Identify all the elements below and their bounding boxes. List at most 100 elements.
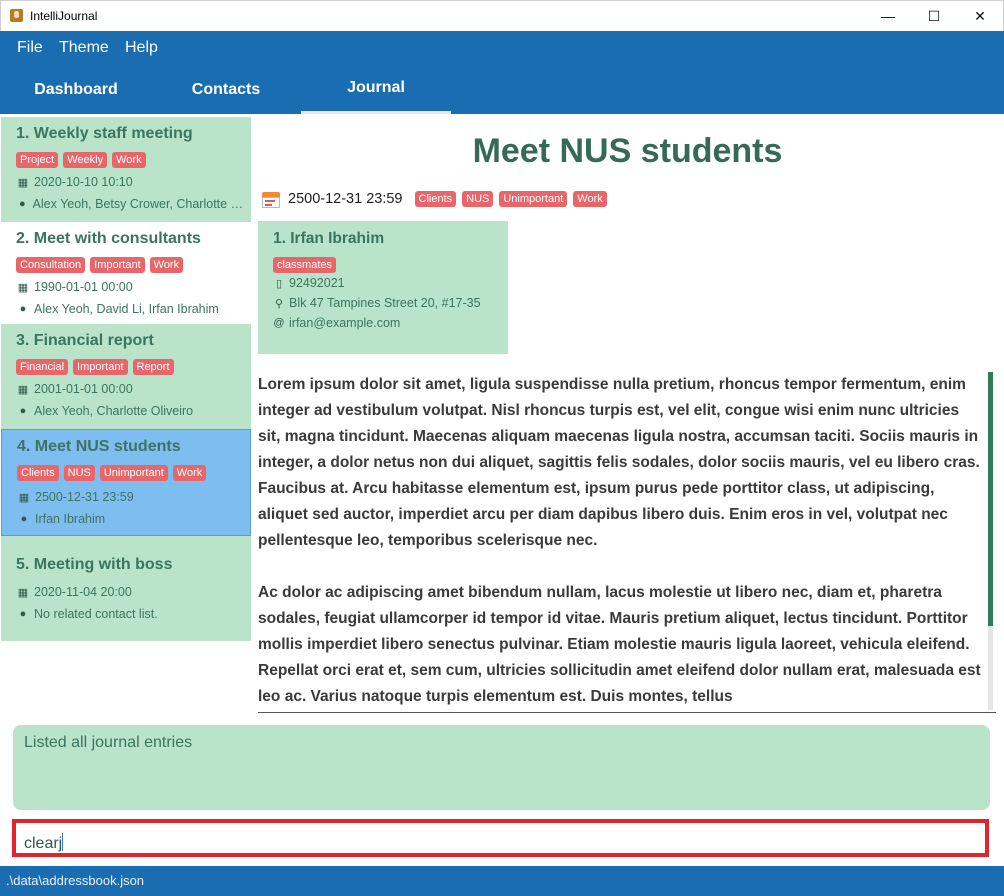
contact-tags: classmates xyxy=(273,255,337,273)
entry-tags: Financial Important Report xyxy=(16,359,174,375)
journal-detail-tags: Clients NUS Unimportant Work xyxy=(414,191,607,207)
status-bar: .\data\addressbook.json xyxy=(0,866,1004,896)
location-pin-icon: ⚲ xyxy=(274,297,284,310)
entry-title: 4. Meet NUS students xyxy=(17,438,181,455)
tag-badge: Weekly xyxy=(63,152,108,168)
tab-contacts[interactable]: Contacts xyxy=(151,65,301,114)
tag-badge: Project xyxy=(16,152,59,168)
contact-phone: 92492021 xyxy=(289,276,345,290)
entry-date: 1990-01-01 00:00 xyxy=(34,280,133,294)
result-text: Listed all journal entries xyxy=(24,734,193,751)
window-title: IntelliJournal xyxy=(30,9,98,23)
calendar-icon: ▦ xyxy=(18,491,30,504)
divider xyxy=(258,712,996,713)
description-paragraph: Lorem ipsum dolor sit amet, ligula suspe… xyxy=(258,376,980,549)
journal-detail-title: Meet NUS students xyxy=(472,132,783,170)
calendar-icon: ▦ xyxy=(17,176,29,189)
at-icon: @ xyxy=(273,317,285,329)
journal-description[interactable]: Lorem ipsum dolor sit amet, ligula suspe… xyxy=(258,372,984,710)
person-icon: ● xyxy=(20,513,28,525)
entry-contacts-row: ● Alex Yeoh, Charlotte Oliveiro xyxy=(16,404,248,418)
entry-tags: Clients NUS Unimportant Work xyxy=(17,465,207,481)
entry-date-row: ▦ 2020-10-10 10:10 xyxy=(16,175,248,189)
entry-contacts: Irfan Ibrahim xyxy=(35,512,106,526)
tag-badge: Report xyxy=(132,359,174,375)
contact-name: 1. Irfan Ibrahim xyxy=(273,230,385,247)
person-icon: ● xyxy=(18,198,26,210)
maximize-button[interactable]: ☐ xyxy=(911,1,957,31)
contact-phone-row: ▯ 92492021 xyxy=(273,276,345,290)
entry-date-row: ▦ 2001-01-01 00:00 xyxy=(16,382,248,396)
related-contact-card[interactable]: 1. Irfan Ibrahim classmates ▯ 92492021 ⚲… xyxy=(258,221,508,354)
journal-entry-card-selected[interactable]: 4. Meet NUS students Clients NUS Unimpor… xyxy=(1,429,251,536)
tag-badge: Clients xyxy=(414,191,457,207)
entry-date-row: ▦ 2020-11-04 20:00 xyxy=(16,585,248,599)
description-scrollbar-thumb[interactable] xyxy=(988,372,993,626)
menu-theme[interactable]: Theme xyxy=(59,39,109,57)
journal-entry-card[interactable]: 5. Meeting with boss ▦ 2020-11-04 20:00 … xyxy=(1,536,251,641)
tag-badge: Work xyxy=(172,465,207,481)
app-logo-icon xyxy=(10,9,23,22)
tag-badge: Clients xyxy=(17,465,59,481)
contact-email-row: @ irfan@example.com xyxy=(273,316,400,330)
entry-contacts-row: ● No related contact list. xyxy=(16,607,248,621)
tab-dashboard[interactable]: Dashboard xyxy=(1,65,151,114)
tag-badge: Consultation xyxy=(16,257,86,273)
tab-bar: Dashboard Contacts Journal xyxy=(0,65,1004,114)
entry-title: 1. Weekly staff meeting xyxy=(16,125,193,142)
entry-title: 5. Meeting with boss xyxy=(16,556,173,573)
tag-badge: NUS xyxy=(63,465,95,481)
person-icon: ● xyxy=(19,303,27,315)
entry-contacts: Alex Yeoh, Charlotte Oliveiro xyxy=(34,404,194,418)
menu-help[interactable]: Help xyxy=(125,39,158,57)
contact-address-row: ⚲ Blk 47 Tampines Street 20, #17-35 xyxy=(273,296,481,310)
window-title-bar: IntelliJournal — ☐ ✕ xyxy=(0,0,1004,31)
phone-icon: ▯ xyxy=(275,277,283,290)
entry-contacts: No related contact list. xyxy=(34,607,158,621)
journal-entry-card[interactable]: 3. Financial report Financial Important … xyxy=(1,324,251,429)
journal-detail-meta: 2500-12-31 23:59 Clients NUS Unimportant… xyxy=(262,190,607,208)
entry-contacts: Alex Yeoh, David Li, Irfan Ibrahim xyxy=(34,302,219,316)
journal-detail-date: 2500-12-31 23:59 xyxy=(288,191,403,207)
close-button[interactable]: ✕ xyxy=(957,1,1003,31)
contact-email: irfan@example.com xyxy=(289,316,401,330)
tag-badge: Important xyxy=(90,257,145,273)
tag-badge: Work xyxy=(573,191,607,207)
tab-journal[interactable]: Journal xyxy=(301,65,451,114)
tag-badge: Unimportant xyxy=(499,191,568,207)
tag-badge: Unimportant xyxy=(99,465,168,481)
menu-file[interactable]: File xyxy=(17,39,43,57)
entry-contacts-row: ● Irfan Ibrahim xyxy=(17,512,249,526)
tag-badge: Important xyxy=(73,359,128,375)
text-caret xyxy=(62,833,64,851)
command-input[interactable]: clearj xyxy=(12,819,989,857)
tag-badge: NUS xyxy=(462,191,494,207)
entry-tags: Project Weekly Work xyxy=(16,152,146,168)
tag-badge: Financial xyxy=(16,359,69,375)
entry-date: 2020-10-10 10:10 xyxy=(34,175,133,189)
person-icon: ● xyxy=(19,405,27,417)
journal-entry-card[interactable]: 2. Meet with consultants Consultation Im… xyxy=(1,222,251,327)
result-display: Listed all journal entries xyxy=(13,725,990,810)
entry-date: 2020-11-04 20:00 xyxy=(34,585,132,599)
command-input-value: clearj xyxy=(24,835,63,852)
calendar-icon: ▦ xyxy=(17,586,29,599)
calendar-icon: ▦ xyxy=(17,383,29,396)
entry-title: 2. Meet with consultants xyxy=(16,230,201,247)
tag-badge: Work xyxy=(149,257,184,273)
entry-contacts-row: ● Alex Yeoh, David Li, Irfan Ibrahim xyxy=(16,302,248,316)
journal-entry-card[interactable]: 1. Weekly staff meeting Project Weekly W… xyxy=(1,117,251,222)
entry-tags: Consultation Important Work xyxy=(16,257,184,273)
entry-date: 2500-12-31 23:59 xyxy=(35,490,134,504)
description-paragraph: Ac dolor ac adipiscing amet bibendum nul… xyxy=(258,584,981,705)
calendar-icon xyxy=(262,190,280,208)
entry-date-row: ▦ 1990-01-01 00:00 xyxy=(16,280,248,294)
journal-entry-list: 1. Weekly staff meeting Project Weekly W… xyxy=(1,117,251,715)
minimize-button[interactable]: — xyxy=(865,1,911,31)
entry-date-row: ▦ 2500-12-31 23:59 xyxy=(17,490,249,504)
tag-badge: Work xyxy=(112,152,146,168)
calendar-icon: ▦ xyxy=(17,281,29,294)
entry-contacts: Alex Yeoh, Betsy Crower, Charlotte Olive… xyxy=(32,197,248,211)
tag-badge: classmates xyxy=(273,257,337,273)
menu-bar: File Theme Help xyxy=(0,31,1004,65)
